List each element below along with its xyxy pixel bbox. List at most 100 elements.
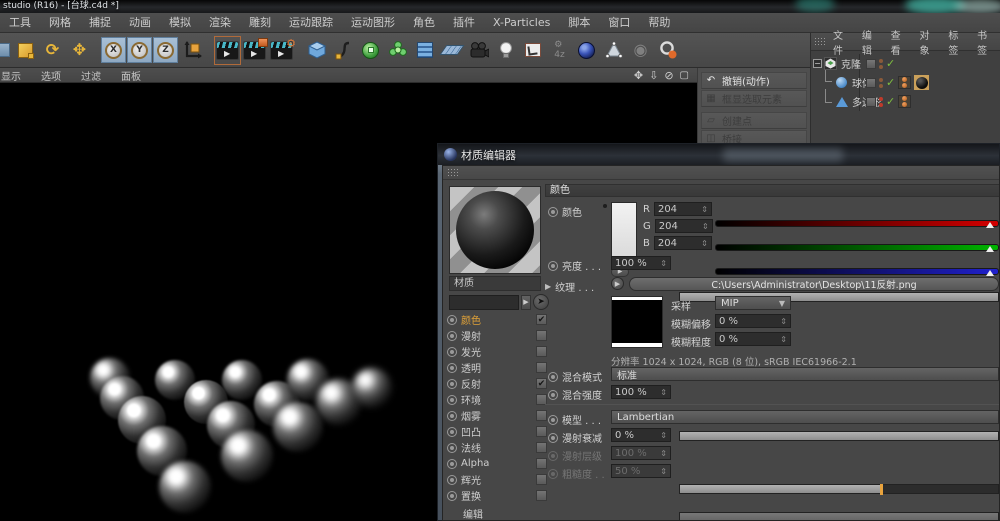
object-row-cloner[interactable]: − 克隆 ✓: [811, 54, 1000, 73]
menu-script[interactable]: 脚本: [559, 13, 599, 33]
floor-environment-icon[interactable]: [438, 36, 465, 65]
phong-tag-icon[interactable]: [898, 76, 911, 89]
pick-material-button[interactable]: ➤: [533, 294, 549, 310]
channel-checkbox[interactable]: ✔: [536, 378, 547, 389]
camera-icon[interactable]: [465, 36, 492, 65]
channel-checkbox[interactable]: [536, 426, 547, 437]
menu-help[interactable]: 帮助: [639, 13, 679, 33]
material-sphere-icon[interactable]: [573, 36, 600, 65]
create-point-button[interactable]: ▱创建点: [701, 112, 807, 129]
menu-sculpt[interactable]: 雕刻: [240, 13, 280, 33]
viewport-pan-icon[interactable]: ✥: [634, 68, 643, 83]
menu-xparticles[interactable]: X-Particles: [484, 13, 559, 33]
mix-strength-slider[interactable]: [679, 431, 999, 441]
stepper-icon[interactable]: ⇕: [702, 222, 709, 231]
viewport-menu-display[interactable]: 显示: [0, 68, 31, 83]
material-name-input[interactable]: [449, 295, 519, 310]
menu-animate[interactable]: 动画: [120, 13, 160, 33]
enabled-check-icon[interactable]: ✓: [886, 96, 895, 107]
sample-dropdown[interactable]: MIP▼: [715, 296, 791, 310]
object-row-polygon[interactable]: 多边形 ✓: [811, 92, 1000, 111]
channel-row-bump[interactable]: 凹凸: [447, 424, 547, 439]
panel-grip-icon[interactable]: [447, 168, 458, 177]
viewport-dolly-icon[interactable]: ⇩: [649, 68, 658, 83]
visibility-dots[interactable]: [879, 78, 883, 88]
channel-row-displacement[interactable]: 置换: [447, 488, 547, 503]
menu-character[interactable]: 角色: [404, 13, 444, 33]
commander-search-icon[interactable]: [654, 36, 681, 65]
channel-row-environment[interactable]: 环境: [447, 392, 547, 407]
layer-icon[interactable]: [866, 97, 876, 107]
channel-row-reflection[interactable]: 反射✔: [447, 376, 547, 391]
lock-z-axis-button[interactable]: Z: [153, 37, 178, 63]
enabled-check-icon[interactable]: ✓: [886, 77, 895, 88]
channel-row-luminance[interactable]: 发光: [447, 344, 547, 359]
channel-row-glow[interactable]: 辉光: [447, 472, 547, 487]
texture-options-button[interactable]: ▶: [611, 277, 624, 290]
expand-icon[interactable]: −: [813, 59, 822, 68]
spline-pen-icon[interactable]: [330, 36, 357, 65]
light-icon[interactable]: [492, 36, 519, 65]
render-view-icon[interactable]: ▶: [214, 36, 241, 65]
menu-plugins[interactable]: 插件: [444, 13, 484, 33]
color-swatch[interactable]: [611, 202, 637, 264]
orange-slider-handle[interactable]: [880, 484, 883, 495]
menu-mesh[interactable]: 网格: [40, 13, 80, 33]
channel-row-diffusion[interactable]: 漫射: [447, 328, 547, 343]
blue-value-input[interactable]: 204⇕: [654, 236, 712, 250]
lock-x-axis-button[interactable]: X: [101, 37, 126, 63]
menu-tools[interactable]: 工具: [0, 13, 40, 33]
channel-row-normal[interactable]: 法线: [447, 440, 547, 455]
blur-scale-input[interactable]: 0 %⇕: [715, 332, 791, 346]
stepper-icon[interactable]: ⇕: [660, 259, 667, 268]
menu-render[interactable]: 渲染: [200, 13, 240, 33]
channel-row-transparency[interactable]: 透明: [447, 360, 547, 375]
undo-action-button[interactable]: ↶撤销(动作): [701, 72, 807, 89]
deformer-icon[interactable]: [411, 36, 438, 65]
phong-tag-icon[interactable]: [898, 95, 911, 108]
move-tool-icon[interactable]: ✥: [66, 36, 93, 65]
render-picture-viewer-icon[interactable]: ▶: [241, 36, 268, 65]
stepper-icon[interactable]: ⇕: [701, 239, 708, 248]
visibility-dots[interactable]: [879, 59, 883, 69]
viewport-maximize-icon[interactable]: ▢: [680, 68, 689, 83]
layer-icon[interactable]: [866, 78, 876, 88]
name-expand-button[interactable]: ▶: [521, 295, 531, 310]
stepper-icon[interactable]: ⇕: [660, 388, 667, 397]
channel-checkbox[interactable]: ✔: [536, 314, 547, 325]
primitive-cube-icon[interactable]: [303, 36, 330, 65]
channel-row-fog[interactable]: 烟雾: [447, 408, 547, 423]
blur-offset-input[interactable]: 0 %⇕: [715, 314, 791, 328]
channel-checkbox[interactable]: [536, 474, 547, 485]
viewport-rotate-icon[interactable]: ⊘: [664, 68, 673, 83]
lock-y-axis-button[interactable]: Y: [127, 37, 152, 63]
menu-mograph[interactable]: 运动图形: [342, 13, 404, 33]
red-gradient-slider[interactable]: [715, 220, 999, 227]
stepper-icon[interactable]: ⇕: [780, 317, 787, 326]
object-row-sphere[interactable]: 球体 ✓: [811, 73, 1000, 92]
array-generator-icon[interactable]: [384, 36, 411, 65]
panel-grip-icon[interactable]: [814, 37, 825, 46]
viewport-menu-filter[interactable]: 过滤: [71, 68, 111, 83]
frame-selected-button[interactable]: ▦框显选取元素: [701, 90, 807, 107]
material-editor-titlebar[interactable]: 材质编辑器: [438, 144, 999, 165]
diffuse-falloff-slider[interactable]: [679, 484, 999, 494]
structure-cone-icon[interactable]: [600, 36, 627, 65]
material-preview[interactable]: [449, 186, 541, 274]
coordinate-system-icon[interactable]: [179, 36, 206, 65]
swirl-icon[interactable]: ◉: [627, 36, 654, 65]
slider-handle[interactable]: [986, 270, 994, 276]
blue-gradient-slider[interactable]: [715, 268, 999, 275]
rotate-tool-icon[interactable]: ⟳: [39, 36, 66, 65]
display-tag-icon[interactable]: ⚙4z: [546, 36, 573, 65]
channel-checkbox[interactable]: [536, 330, 547, 341]
mix-strength-input[interactable]: 100 %⇕: [611, 385, 671, 399]
channel-checkbox[interactable]: [536, 458, 547, 469]
red-value-input[interactable]: 204⇕: [654, 202, 712, 216]
key-dot-icon[interactable]: [603, 204, 607, 208]
stepper-icon[interactable]: ⇕: [701, 205, 708, 214]
channel-anim-icon[interactable]: [447, 315, 457, 325]
slider-handle[interactable]: [986, 246, 994, 252]
channel-checkbox[interactable]: [536, 346, 547, 357]
stepper-icon[interactable]: ⇕: [660, 431, 667, 440]
